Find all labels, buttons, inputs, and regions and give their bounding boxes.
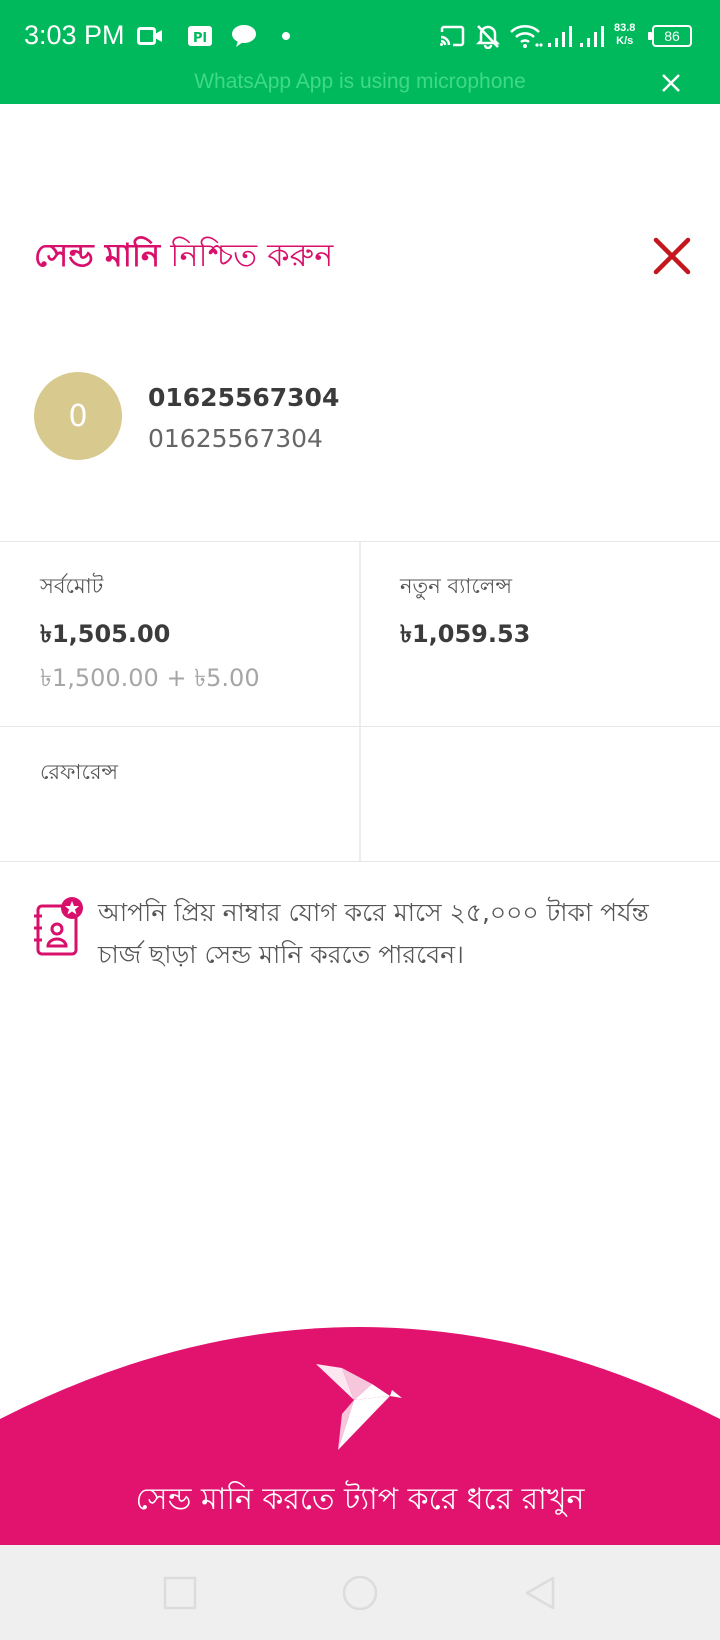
avatar: 0 — [34, 372, 122, 460]
notice-text: আপনি প্রিয় নাম্বার যোগ করে মাসে ২৫,০০০ … — [98, 898, 649, 969]
new-balance-label: নতুন ব্যালেন্স — [400, 574, 512, 598]
battery-level: 86 — [664, 28, 680, 44]
new-balance-value: ৳1,059.53 — [400, 620, 531, 648]
network-speed-value: 83.8 — [614, 22, 636, 34]
back-triangle-icon[interactable] — [520, 1573, 560, 1613]
network-speed-unit: K/s — [616, 35, 634, 47]
video-call-icon — [136, 22, 164, 50]
close-icon[interactable] — [650, 234, 694, 278]
network-speed: 83.8 K/s — [614, 22, 635, 48]
close-banner-icon[interactable] — [656, 68, 686, 98]
reference-label: রেফারেন্স — [40, 760, 119, 784]
favourite-contacts-icon — [32, 896, 84, 958]
avatar-initial: 0 — [68, 398, 88, 434]
page-title-bold: সেন্ড মানি — [34, 236, 161, 274]
divider — [0, 861, 720, 862]
cast-icon — [438, 22, 466, 50]
signal-icon — [546, 22, 576, 50]
total-value: ৳1,505.00 — [40, 620, 171, 648]
recents-square-icon[interactable] — [160, 1573, 200, 1613]
status-bar: 3:03 PM Pl 83.8 K/s 86 WhatsApp App is u… — [0, 0, 720, 104]
page-title: সেন্ড মানি নিশ্চিত করুন — [34, 230, 333, 284]
chat-bubble-icon — [230, 22, 258, 50]
divider — [359, 542, 361, 726]
pl-app-icon: Pl — [186, 22, 214, 50]
send-money-hold-label: সেন্ড মানি করতে ট্যাপ করে ধরে রাখুন — [135, 1482, 585, 1517]
status-time: 3:03 PM — [24, 20, 125, 50]
svg-text:Pl: Pl — [193, 31, 207, 46]
bell-off-icon — [474, 22, 502, 50]
total-breakdown: ৳1,500.00 + ৳5.00 — [40, 664, 260, 692]
recipient-number: 01625567304 — [148, 424, 323, 453]
total-label: সর্বমোট — [40, 574, 104, 598]
signal-icon — [578, 22, 608, 50]
divider — [359, 727, 361, 861]
bkash-bird-icon — [312, 1362, 408, 1452]
navigation-bar — [0, 1545, 720, 1640]
battery-icon: 86 — [648, 25, 692, 47]
page-title-rest: নিশ্চিত করুন — [160, 236, 334, 274]
recipient-name: 01625567304 — [148, 383, 340, 412]
send-money-hold-button[interactable]: সেন্ড মানি করতে ট্যাপ করে ধরে রাখুন — [0, 1327, 720, 1545]
home-circle-icon[interactable] — [340, 1573, 380, 1613]
microphone-usage-banner[interactable]: WhatsApp App is using microphone — [0, 70, 720, 94]
wifi-icon — [508, 22, 544, 50]
dot-icon — [278, 22, 294, 50]
